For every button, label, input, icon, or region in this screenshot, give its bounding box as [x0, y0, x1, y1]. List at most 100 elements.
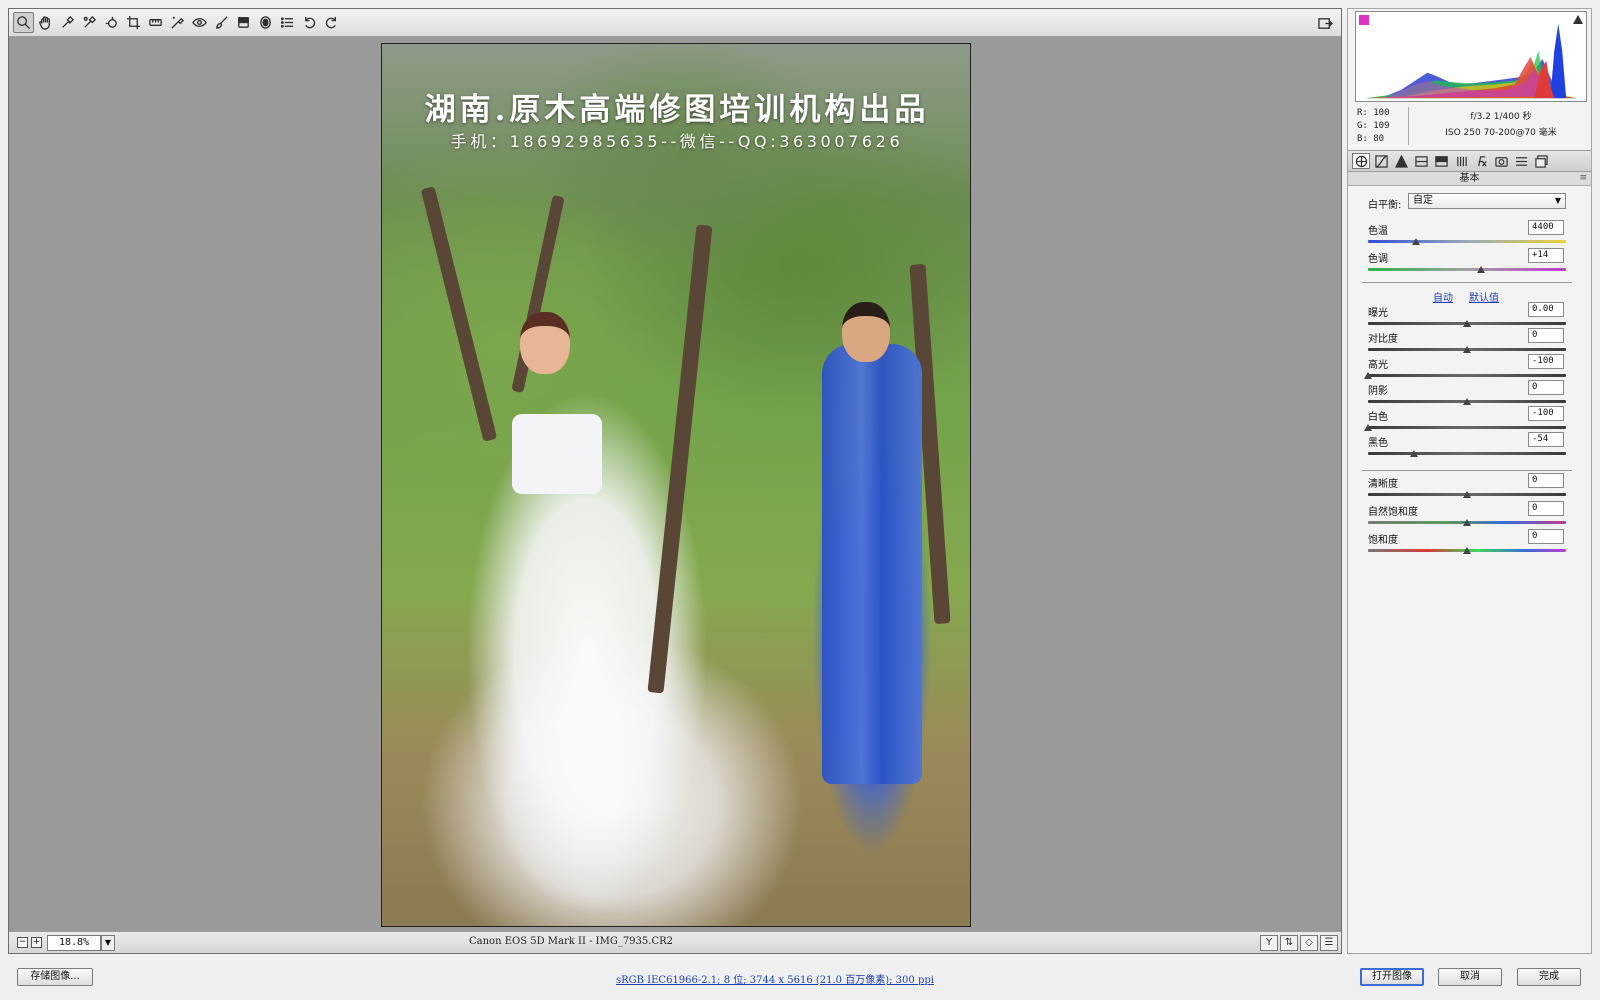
tree-trunk	[647, 224, 713, 694]
camera-info: f/3.2 1/400 秒 ISO 250 70-200@70 毫米	[1426, 109, 1576, 141]
straighten-icon[interactable]	[145, 12, 166, 33]
slider-thumb[interactable]	[1476, 266, 1485, 273]
rgb-readout: R: 100 G: 109 B: 80	[1357, 107, 1390, 146]
slider-value-field[interactable]: -100	[1528, 406, 1564, 421]
wb-label: 白平衡:	[1368, 200, 1402, 211]
slider-label: 色温	[1368, 226, 1388, 237]
tab-camera-calibration-icon[interactable]	[1492, 153, 1510, 169]
slider-value-field[interactable]: 4400	[1528, 220, 1564, 235]
slider-value-field[interactable]: 0.00	[1528, 302, 1564, 317]
b-value: 80	[1373, 134, 1385, 144]
tab-tone-curve-icon[interactable]	[1372, 153, 1390, 169]
radial-filter-icon[interactable]	[255, 12, 276, 33]
slider-track[interactable]	[1368, 452, 1566, 455]
slider-value-field[interactable]: +14	[1528, 248, 1564, 263]
spot-removal-icon[interactable]	[167, 12, 188, 33]
graduated-filter-icon[interactable]	[233, 12, 254, 33]
toolbar	[9, 9, 1341, 37]
crop-icon[interactable]	[123, 12, 144, 33]
color-sampler-icon[interactable]	[79, 12, 100, 33]
preview-preferences-icon[interactable]: ☰	[1320, 935, 1338, 951]
slider-thumb[interactable]	[1463, 547, 1471, 554]
tab-snapshots-icon[interactable]	[1532, 153, 1550, 169]
save-image-button[interactable]: 存储图像...	[17, 968, 93, 986]
panel-title: 基本	[1459, 173, 1480, 184]
slider-value-field[interactable]: 0	[1528, 529, 1564, 544]
aperture-shutter: f/3.2 1/400 秒	[1470, 112, 1532, 122]
panel-menu-icon[interactable]: ≡	[1579, 172, 1587, 185]
tree-trunk	[420, 186, 498, 442]
zoom-out-button[interactable]: −	[17, 937, 28, 948]
slider-thumb[interactable]	[1463, 346, 1471, 353]
auto-link[interactable]: 自动	[1433, 289, 1453, 304]
slider-label: 饱和度	[1368, 535, 1398, 546]
compare-view-icon[interactable]: Y	[1260, 935, 1278, 951]
slider-value-field[interactable]: 0	[1528, 380, 1564, 395]
swap-view-icon[interactable]: ⇅	[1280, 935, 1298, 951]
slider-thumb[interactable]	[1463, 398, 1471, 405]
slider-label: 曝光	[1368, 308, 1388, 319]
slider-thumb[interactable]	[1463, 491, 1471, 498]
slider-track[interactable]	[1368, 240, 1566, 243]
zoom-in-button[interactable]: +	[31, 937, 42, 948]
zoom-tool-icon[interactable]	[13, 12, 34, 33]
tab-split-toning-icon[interactable]	[1432, 153, 1450, 169]
slider-value-field[interactable]: -100	[1528, 354, 1564, 369]
copy-settings-icon[interactable]: ◇	[1300, 935, 1318, 951]
info-divider	[1408, 107, 1409, 145]
hand-tool-icon[interactable]	[35, 12, 56, 33]
slider-value-field[interactable]: 0	[1528, 501, 1564, 516]
zoom-level-field[interactable]: 18.8%	[47, 935, 101, 951]
slider-value-field[interactable]: 0	[1528, 328, 1564, 343]
slider-thumb[interactable]	[1364, 424, 1372, 431]
tab-lens-corrections-icon[interactable]	[1452, 153, 1470, 169]
slider-thumb[interactable]	[1364, 372, 1372, 379]
photo-preview[interactable]: 湖南.原木高端修图培训机构出品 手机：18692985635--微信--QQ:3…	[381, 43, 971, 927]
r-label: R:	[1357, 108, 1368, 118]
slider-thumb[interactable]	[1409, 450, 1418, 457]
default-link[interactable]: 默认值	[1469, 289, 1499, 304]
eyedropper-icon[interactable]	[57, 12, 78, 33]
targeted-adjust-icon[interactable]	[101, 12, 122, 33]
adjustment-brush-icon[interactable]	[211, 12, 232, 33]
slider-track[interactable]	[1368, 374, 1566, 377]
chevron-down-icon: ▼	[1554, 196, 1561, 205]
slider-track[interactable]	[1368, 426, 1566, 429]
slider-thumb[interactable]	[1463, 519, 1471, 526]
rotate-right-icon[interactable]	[321, 12, 342, 33]
red-eye-icon[interactable]	[189, 12, 210, 33]
fullscreen-toggle-icon[interactable]	[1315, 13, 1335, 33]
divider	[1362, 282, 1572, 283]
zoom-dropdown-icon[interactable]: ▼	[101, 935, 115, 951]
tab-detail-icon[interactable]	[1392, 153, 1410, 169]
slider-value-field[interactable]: 0	[1528, 473, 1564, 488]
open-image-button[interactable]: 打开图像	[1360, 968, 1424, 986]
slider-track[interactable]	[1368, 268, 1566, 271]
tab-effects-icon[interactable]	[1472, 153, 1490, 169]
white-balance-select[interactable]: 自定 ▼	[1408, 193, 1566, 209]
watermark-subtitle: 手机：18692985635--微信--QQ:363007626	[450, 132, 904, 151]
shadow-clipping-icon[interactable]	[1359, 15, 1369, 25]
slider-label: 对比度	[1368, 334, 1398, 345]
workflow-options-link[interactable]: sRGB IEC61966-2.1; 8 位; 3744 x 5616 (21.…	[616, 971, 934, 986]
panel-title-bar: 基本 ≡	[1348, 172, 1591, 186]
done-button[interactable]: 完成	[1517, 968, 1581, 986]
r-value: 100	[1373, 108, 1390, 118]
g-label: G:	[1357, 121, 1368, 131]
b-label: B:	[1357, 134, 1368, 144]
iso-lens: ISO 250 70-200@70 毫米	[1445, 128, 1557, 138]
slider-thumb[interactable]	[1411, 238, 1420, 245]
cancel-button[interactable]: 取消	[1438, 968, 1502, 986]
preview-workspace: 湖南.原木高端修图培训机构出品 手机：18692985635--微信--QQ:3…	[8, 8, 1342, 954]
slider-thumb[interactable]	[1463, 320, 1471, 327]
highlight-clipping-icon[interactable]	[1573, 15, 1583, 24]
tab-basic-icon[interactable]	[1352, 153, 1370, 169]
slider-value-field[interactable]: -54	[1528, 432, 1564, 447]
preferences-list-icon[interactable]	[277, 12, 298, 33]
tab-hsl-icon[interactable]	[1412, 153, 1430, 169]
slider-label: 阴影	[1368, 386, 1388, 397]
panel-tabs	[1348, 150, 1591, 172]
tab-presets-icon[interactable]	[1512, 153, 1530, 169]
rotate-left-icon[interactable]	[299, 12, 320, 33]
groom-figure	[822, 344, 922, 784]
